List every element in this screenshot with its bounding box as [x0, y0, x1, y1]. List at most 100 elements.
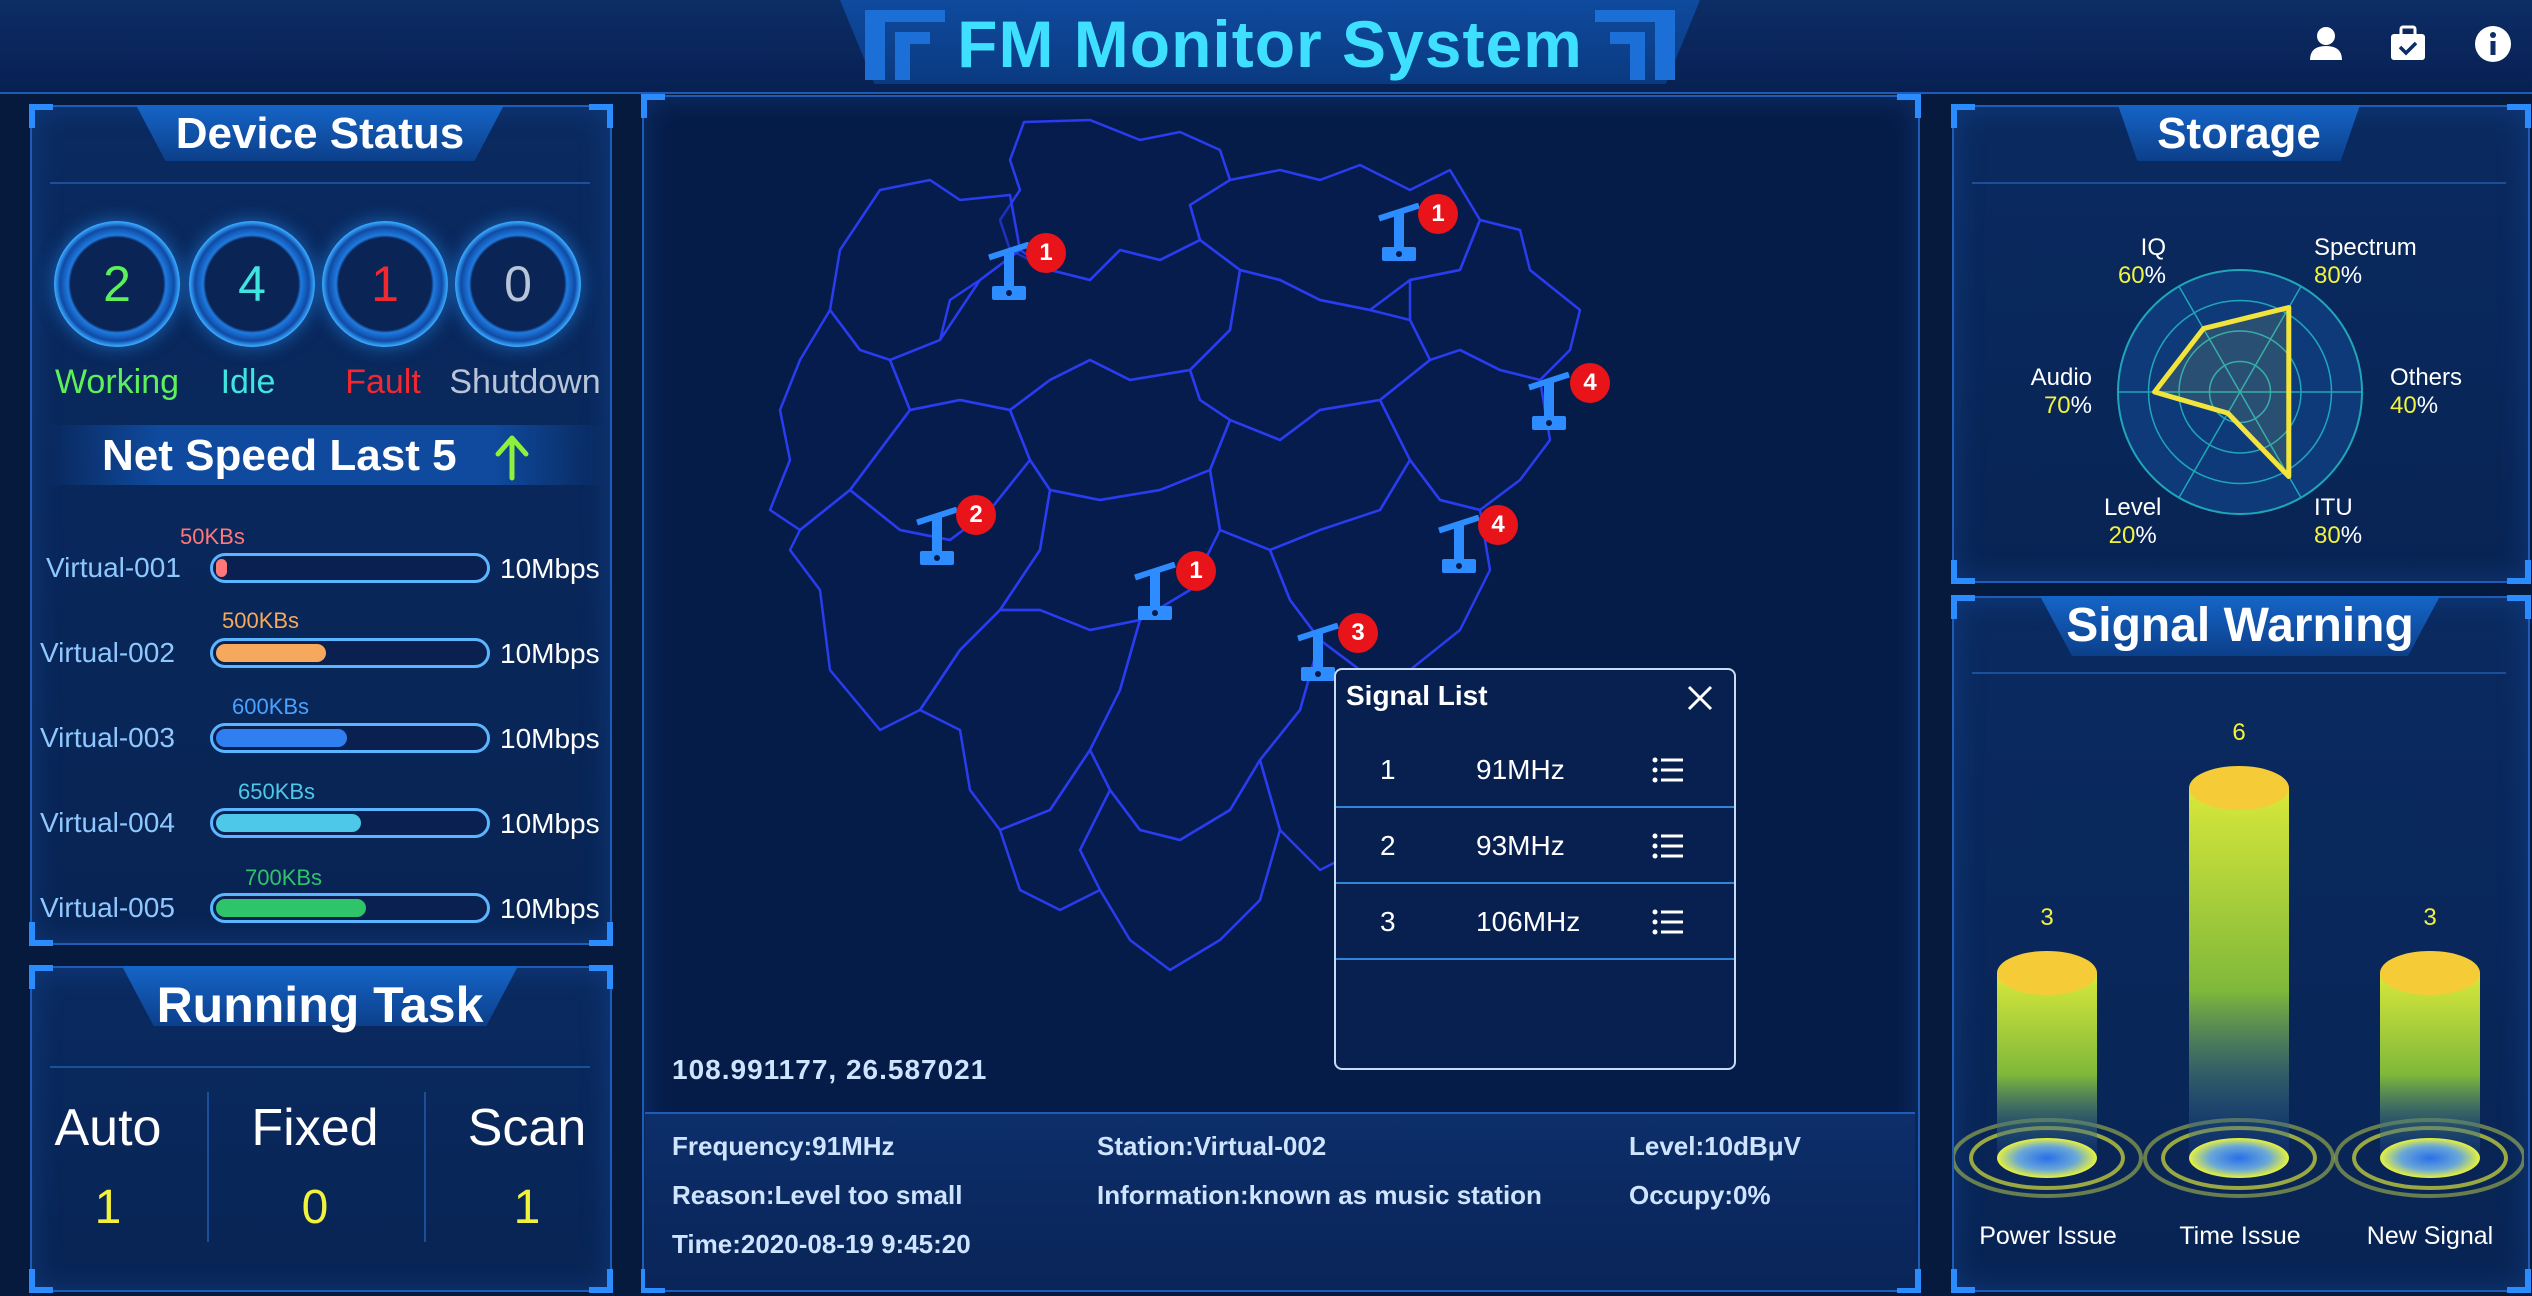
net-speed-device-name: Virtual-002 [40, 637, 175, 668]
detail-time: Time:2020-08-19 9:45:20 [672, 1229, 971, 1259]
task-auto-label: Auto [54, 1099, 162, 1157]
storage-radar-chart [2117, 269, 2363, 515]
radar-axis-itu: ITU 80% [2314, 494, 2362, 550]
station-signal-count-badge[interactable]: 2 [956, 495, 996, 535]
net-speed-max: 10Mbps [500, 723, 600, 754]
warning-bar [2380, 973, 2480, 1158]
signal-list-row[interactable]: 2 93MHz [1336, 808, 1734, 884]
warning-bar-base [1997, 1138, 2097, 1178]
warning-bar-value: 3 [2040, 904, 2053, 931]
fault-label: Fault [345, 363, 421, 401]
task-auto-count: 1 [94, 1181, 122, 1234]
working-count: 2 [103, 256, 131, 312]
signal-row-frequency: 106MHz [1476, 906, 1581, 937]
net-speed-value: 50KBs [180, 524, 245, 549]
radar-axis-percent: 80% [2314, 262, 2363, 289]
list-menu-icon[interactable] [1652, 832, 1684, 860]
station-signal-count-badge[interactable]: 1 [1418, 194, 1458, 234]
warning-label-new-signal: New Signal [2366, 1222, 2494, 1250]
radar-axis-name: Others [2390, 364, 2463, 391]
net-speed-bar-fill [216, 559, 227, 577]
close-icon[interactable] [1684, 682, 1716, 714]
signal-warning-title: Signal Warning [2066, 599, 2414, 652]
net-speed-bar [210, 808, 490, 838]
signal-list-popup: Signal List 1 91MHz 2 93MHz 3 106MHz [1334, 668, 1736, 1070]
net-speed-bar [210, 638, 490, 668]
radar-axis-name: ITU [2314, 494, 2353, 521]
divider [50, 182, 590, 184]
list-menu-icon[interactable] [1652, 908, 1684, 936]
radar-axis-audio: Audio 70% [2022, 364, 2092, 420]
station-signal-count-badge[interactable]: 4 [1570, 363, 1610, 403]
device-status-title: Device Status [175, 109, 465, 158]
net-speed-bar-fill [216, 644, 326, 662]
signal-row-number: 2 [1380, 830, 1396, 861]
radar-axis-name: Spectrum [2314, 234, 2417, 261]
detail-information: Information:known as music station [1097, 1180, 1542, 1210]
radar-axis-percent: 40% [2390, 392, 2439, 419]
signal-list-row[interactable]: 3 106MHz [1336, 884, 1734, 960]
detail-occupy: Occupy:0% [1629, 1180, 1771, 1210]
signal-row-number: 1 [1380, 754, 1396, 785]
task-scan-count: 1 [513, 1181, 541, 1234]
warning-label-time-issue: Time Issue [2179, 1222, 2301, 1250]
arrow-up-icon [495, 435, 529, 481]
net-speed-max: 10Mbps [500, 553, 600, 584]
net-speed-device-name: Virtual-004 [40, 807, 175, 838]
radar-axis-spectrum: Spectrum 80% [2314, 234, 2417, 290]
shutdown-count-ring: 0 [455, 221, 581, 347]
warning-bar-top [2189, 766, 2289, 810]
radar-axis-name: Audio [2030, 364, 2092, 391]
working-count-ring: 2 [54, 221, 180, 347]
radar-axis-name: IQ [2140, 234, 2166, 261]
map-coordinates-readout: 108.991177, 26.587021 [672, 1054, 988, 1085]
shutdown-label: Shutdown [449, 363, 601, 401]
net-speed-value: 650KBs [238, 779, 316, 804]
net-speed-max: 10Mbps [500, 893, 600, 924]
station-signal-count-badge[interactable]: 1 [1176, 551, 1216, 591]
net-speed-bar [210, 893, 490, 923]
warning-bar-base [2189, 1138, 2289, 1178]
signal-warning-chart: 3 6 3 [1954, 719, 2524, 1198]
signal-row-frequency: 93MHz [1476, 830, 1565, 861]
radar-axis-percent: 60% [2117, 262, 2166, 289]
net-speed-bar-fill [216, 899, 367, 917]
idle-count: 4 [238, 256, 266, 312]
station-signal-count-badge[interactable]: 4 [1478, 505, 1518, 545]
net-speed-title: Net Speed Last 5 [102, 431, 457, 480]
warning-bar-value: 3 [2423, 904, 2436, 931]
briefcase-icon[interactable] [2386, 22, 2430, 66]
task-fixed-label: Fixed [251, 1099, 379, 1157]
station-signal-count-badge[interactable]: 1 [1026, 233, 1066, 273]
net-speed-value: 500KBs [222, 608, 300, 633]
working-label: Working [54, 363, 180, 401]
info-icon[interactable] [2471, 22, 2515, 66]
signal-list-row[interactable]: 1 91MHz [1336, 732, 1734, 808]
idle-count-ring: 4 [189, 221, 315, 347]
list-menu-icon[interactable] [1652, 756, 1684, 784]
task-fixed-count: 0 [301, 1181, 329, 1234]
task-scan-label: Scan [467, 1099, 587, 1157]
user-icon[interactable] [2304, 22, 2348, 66]
warning-bar-top [2380, 951, 2480, 995]
net-speed-bar-fill [216, 729, 348, 747]
fault-count-ring: 1 [322, 221, 448, 347]
divider [207, 1092, 209, 1242]
signal-row-number: 3 [1380, 906, 1396, 937]
radar-axis-percent: 20% [2108, 522, 2157, 549]
warning-bar [1997, 973, 2097, 1158]
signal-row-frequency: 91MHz [1476, 754, 1565, 785]
station-signal-count-badge[interactable]: 3 [1338, 613, 1378, 653]
warning-bar-base [2380, 1138, 2480, 1178]
net-speed-max: 10Mbps [500, 638, 600, 669]
app-title: FM Monitor System [957, 7, 1583, 81]
divider [424, 1092, 426, 1242]
net-speed-bar-fill [216, 814, 361, 832]
signal-list-title: Signal List [1346, 680, 1488, 711]
net-speed-value: 600KBs [232, 694, 310, 719]
detail-frequency: Frequency:91MHz [672, 1131, 895, 1161]
net-speed-device-name: Virtual-005 [40, 892, 175, 923]
net-speed-device-name: Virtual-003 [40, 722, 175, 753]
divider [1972, 672, 2506, 674]
detail-station: Station:Virtual-002 [1097, 1131, 1327, 1161]
